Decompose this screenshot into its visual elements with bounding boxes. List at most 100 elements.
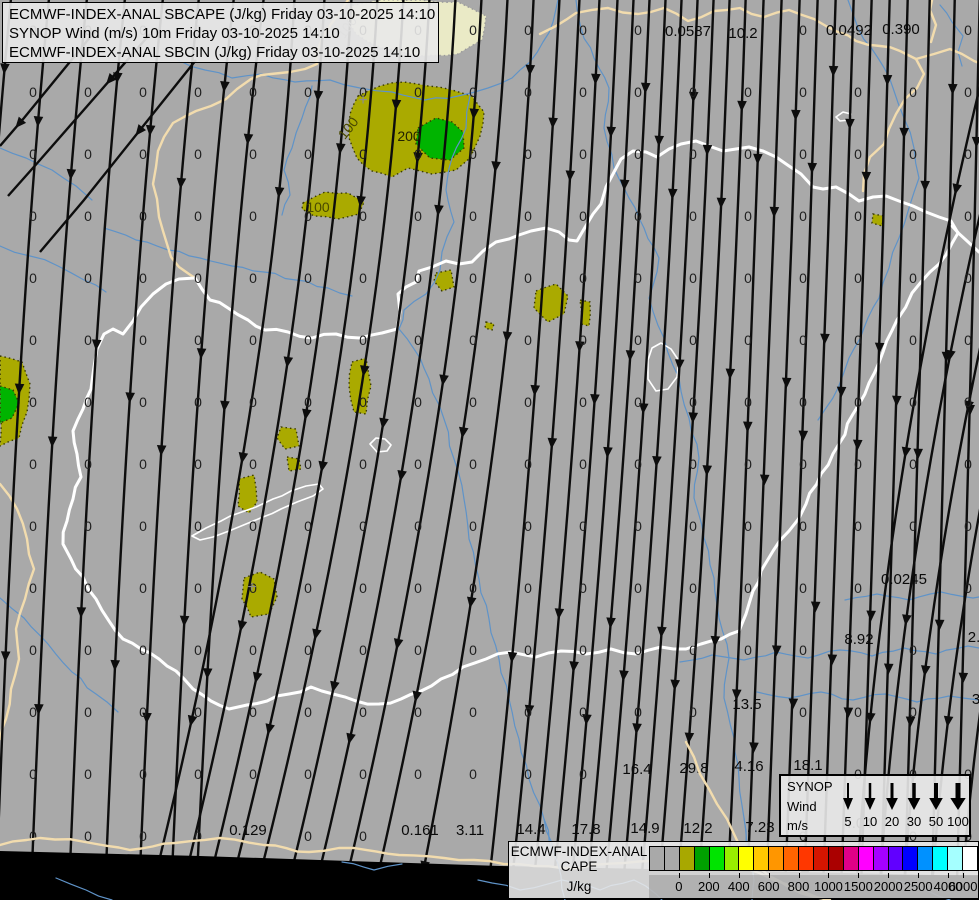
cin-zero-label: 0 (964, 332, 972, 348)
cin-zero-label: 0 (634, 580, 642, 596)
cin-zero-label: 0 (139, 828, 147, 844)
cin-zero-label: 0 (909, 84, 917, 100)
cin-zero-label: 0 (799, 208, 807, 224)
cin-zero-label: 0 (84, 270, 92, 286)
cape-colorbar-cell (858, 847, 874, 870)
cin-zero-label: 0 (579, 580, 587, 596)
cape-legend-title: ECMWF-INDEX-ANAL (510, 844, 648, 859)
cape-colorbar-cell (843, 847, 859, 870)
cape-colorbar-cell (799, 847, 814, 870)
cin-zero-label: 0 (799, 394, 807, 410)
cin-zero-label: 0 (29, 518, 37, 534)
cin-zero-label: 0 (249, 146, 257, 162)
cin-zero-label: 0 (304, 394, 312, 410)
cin-zero-label: 0 (414, 332, 422, 348)
cin-zero-label: 0 (29, 208, 37, 224)
cape-colorbar-tick-label: 400 (727, 879, 750, 894)
cin-zero-label: 0 (29, 828, 37, 844)
cin-zero-label: 0 (414, 580, 422, 596)
cin-zero-label: 0 (84, 642, 92, 658)
cin-zero-label: 0 (579, 704, 587, 720)
cin-zero-label: 0 (744, 394, 752, 410)
cape-colorbar-cell (918, 847, 934, 870)
cin-zero-label: 0 (414, 84, 422, 100)
cape-colorbar-tick-label: 2000 (873, 879, 903, 894)
cin-zero-label: 0 (579, 146, 587, 162)
cin-zero-label: 0 (524, 22, 532, 38)
graticule-cross-icon: + (247, 579, 256, 596)
cin-zero-label: 0 (84, 518, 92, 534)
cin-zero-label: 0 (194, 704, 202, 720)
wind-speed-label: 5 (844, 814, 852, 829)
cin-zero-label: 0 (634, 642, 642, 658)
cin-zero-label: 0 (469, 580, 477, 596)
cin-zero-label: 0 (744, 332, 752, 348)
cin-zero-label: 0 (139, 208, 147, 224)
wind-speed-label: 20 (884, 814, 900, 829)
wind-speed-column: 30 (903, 776, 925, 835)
cin-zero-label: 0 (249, 704, 257, 720)
cin-zero-label: 0 (524, 580, 532, 596)
cin-zero-label: 0 (194, 394, 202, 410)
cin-zero-label: 0 (194, 84, 202, 100)
cape-colorbar-cell (724, 847, 740, 870)
cin-zero-label: 0 (469, 332, 477, 348)
cape-colorbar-tick (888, 873, 890, 878)
cin-zero-label: 0 (249, 270, 257, 286)
cin-zero-label: 0 (29, 642, 37, 658)
cin-zero-label: 0 (304, 332, 312, 348)
cin-zero-label: 0 (194, 642, 202, 658)
station-value-label: 29.8 (679, 760, 708, 777)
cape-colorbar-cell (679, 847, 695, 870)
cin-zero-label: 0 (524, 394, 532, 410)
station-value-label: 2. (968, 629, 979, 646)
wind-speed-label: 50 (928, 814, 944, 829)
station-value-label: 16.4 (622, 761, 651, 778)
cin-zero-label: 0 (249, 642, 257, 658)
station-value-label: 4.16 (734, 758, 763, 775)
cin-zero-label: 0 (964, 456, 972, 472)
cin-zero-label: 0 (139, 642, 147, 658)
cin-zero-label: 0 (579, 766, 587, 782)
cin-zero-label: 0 (139, 766, 147, 782)
cin-zero-label: 0 (304, 146, 312, 162)
station-value-label: 8.92 (844, 631, 873, 648)
cin-zero-label: 0 (194, 766, 202, 782)
cin-zero-label: 0 (84, 84, 92, 100)
cin-zero-label: 0 (744, 208, 752, 224)
cin-zero-label: 0 (194, 208, 202, 224)
cape-colorbar-cell (828, 847, 844, 870)
cape-colorbar-cell (873, 847, 889, 870)
cin-zero-label: 0 (909, 642, 917, 658)
cin-zero-label: 0 (84, 580, 92, 596)
cape-colorbar-cell (694, 847, 710, 870)
cin-zero-label: 0 (744, 642, 752, 658)
cin-zero-label: 0 (29, 84, 37, 100)
cin-zero-label: 0 (909, 146, 917, 162)
cin-zero-label: 0 (304, 766, 312, 782)
cin-zero-label: 0 (359, 456, 367, 472)
cin-zero-label: 0 (194, 580, 202, 596)
cin-zero-label: 0 (689, 642, 697, 658)
wind-legend-unit: m/s (787, 818, 808, 833)
cin-zero-label: 0 (799, 270, 807, 286)
cin-zero-label: 0 (359, 518, 367, 534)
cin-zero-label: 0 (634, 456, 642, 472)
station-value-label: 3.11 (456, 822, 484, 839)
cin-zero-label: 0 (579, 332, 587, 348)
cin-zero-label: 0 (414, 394, 422, 410)
cin-zero-label: 0 (359, 766, 367, 782)
station-value-label: 18.1 (793, 757, 822, 774)
cin-zero-label: 0 (84, 456, 92, 472)
cin-zero-label: 0 (139, 394, 147, 410)
cin-zero-label: 0 (84, 208, 92, 224)
cin-zero-label: 0 (414, 518, 422, 534)
cin-zero-label: 0 (29, 456, 37, 472)
cin-zero-label: 0 (854, 84, 862, 100)
cin-zero-label: 0 (304, 456, 312, 472)
station-value-label: 0.0587 (665, 23, 711, 40)
cin-zero-label: 0 (359, 642, 367, 658)
cin-zero-label: 0 (84, 332, 92, 348)
cape-colorbar-cell (948, 847, 964, 870)
cin-zero-label: 0 (964, 208, 972, 224)
